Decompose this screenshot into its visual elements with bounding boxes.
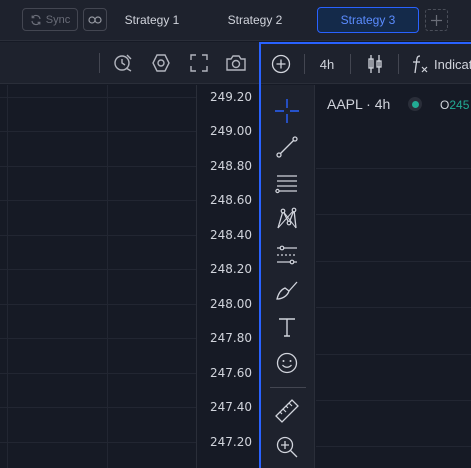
toolbar-divider: [99, 53, 100, 73]
grid-line: [0, 407, 196, 408]
candles-icon: [368, 55, 382, 73]
price-label: 248.00: [210, 297, 252, 311]
grid-line: [0, 235, 196, 236]
link-button[interactable]: [83, 8, 107, 31]
price-label: 249.00: [210, 124, 252, 138]
grid-line: [316, 168, 471, 169]
brush-tool[interactable]: [274, 278, 300, 304]
tab-strategy-1[interactable]: Strategy 1: [113, 7, 191, 33]
grid-line: [316, 400, 471, 401]
price-label: 248.80: [210, 159, 252, 173]
right-chart-toolbar: 4h Indicators: [261, 44, 471, 84]
trend-line-tool[interactable]: [274, 134, 300, 160]
right-chart-pane: 4h Indicators: [259, 42, 471, 468]
fib-tool[interactable]: [274, 170, 300, 196]
grid-line: [0, 166, 196, 167]
price-label: 247.40: [210, 400, 252, 414]
toolbar-divider: [398, 54, 399, 74]
snapshot-button[interactable]: [224, 51, 248, 75]
grid-line: [0, 304, 196, 305]
indicators-label: Indicators: [434, 56, 471, 72]
grid-line: [316, 307, 471, 308]
pattern-tool[interactable]: [274, 206, 300, 232]
crosshair-tool[interactable]: [274, 98, 300, 124]
grid-line: [0, 200, 196, 201]
trend-line-icon: [276, 136, 298, 158]
hexagon-settings-icon: [152, 54, 170, 72]
function-icon: [413, 55, 428, 74]
tab-strategy-3[interactable]: Strategy 3: [317, 7, 419, 33]
plus-icon: [431, 14, 442, 26]
chart-settings-button[interactable]: [149, 51, 173, 75]
fullscreen-icon: [190, 54, 208, 72]
prediction-icon: [277, 245, 297, 265]
grid-line: [0, 442, 196, 443]
price-label: 247.80: [210, 331, 252, 345]
pattern-icon: [277, 207, 297, 229]
drawing-toolbar: [261, 85, 315, 468]
grid-line: [7, 85, 8, 468]
interval-button[interactable]: 4h: [318, 52, 336, 76]
add-tab-button[interactable]: [425, 9, 448, 31]
price-label: 249.20: [210, 90, 252, 104]
grid-line: [107, 85, 108, 468]
grid-line: [316, 261, 471, 262]
grid-line: [0, 269, 196, 270]
grid-line: [0, 338, 196, 339]
plus-circle-icon: [271, 54, 291, 74]
text-tool[interactable]: [274, 314, 300, 340]
ruler-icon: [275, 399, 299, 423]
ohlc-open-key: O: [440, 98, 450, 112]
left-chart-canvas[interactable]: 249.20 249.00 248.80 248.60 248.40 248.2…: [0, 85, 259, 468]
emoji-icon: [276, 352, 298, 374]
sync-label: Sync: [45, 13, 71, 26]
indicators-button[interactable]: Indicators: [411, 52, 471, 76]
zoom-tool[interactable]: [274, 434, 300, 460]
drawing-toolbar-divider: [270, 387, 306, 388]
price-label: 248.20: [210, 262, 252, 276]
grid-line: [316, 214, 471, 215]
emoji-tool[interactable]: [274, 350, 300, 376]
add-symbol-button[interactable]: [269, 52, 293, 76]
grid-line: [0, 97, 196, 98]
alert-button[interactable]: [111, 51, 135, 75]
text-icon: [279, 318, 295, 337]
symbol-title[interactable]: AAPL · 4h: [327, 96, 390, 112]
price-label: 248.60: [210, 193, 252, 207]
crosshair-icon: [275, 99, 299, 123]
toolbar-divider: [350, 54, 351, 74]
tab-strategy-2[interactable]: Strategy 2: [216, 7, 294, 33]
alert-clock-icon: [114, 54, 132, 72]
measure-tool[interactable]: [274, 398, 300, 424]
prediction-tool[interactable]: [274, 242, 300, 268]
fib-retracement-icon: [275, 175, 297, 194]
sync-icon: [31, 14, 41, 25]
grid-line: [0, 131, 196, 132]
camera-icon: [226, 55, 246, 71]
sync-button[interactable]: Sync: [22, 8, 78, 31]
price-label: 248.40: [210, 228, 252, 242]
brush-icon: [276, 281, 298, 300]
fullscreen-button[interactable]: [187, 51, 211, 75]
price-label: 247.60: [210, 366, 252, 380]
grid-line: [316, 354, 471, 355]
zoom-in-icon: [276, 436, 298, 458]
market-open-dot: [411, 100, 419, 108]
grid-line: [316, 446, 471, 447]
grid-line: [0, 373, 196, 374]
strategy-tab-bar: Sync Strategy 1 Strategy 2 Strategy 3: [0, 0, 471, 41]
chart-type-button[interactable]: [365, 52, 385, 76]
market-status-badge[interactable]: [408, 97, 422, 111]
ohlc-open-value: 245: [449, 98, 470, 112]
right-chart-canvas[interactable]: AAPL · 4h O245: [316, 85, 471, 468]
toolbar-divider: [304, 54, 305, 74]
link-icon: [88, 15, 102, 24]
ohlc-legend: O245: [440, 98, 469, 112]
price-label: 247.20: [210, 435, 252, 449]
price-scale[interactable]: 249.20 249.00 248.80 248.60 248.40 248.2…: [196, 85, 259, 468]
left-chart-toolbar: [0, 42, 259, 84]
